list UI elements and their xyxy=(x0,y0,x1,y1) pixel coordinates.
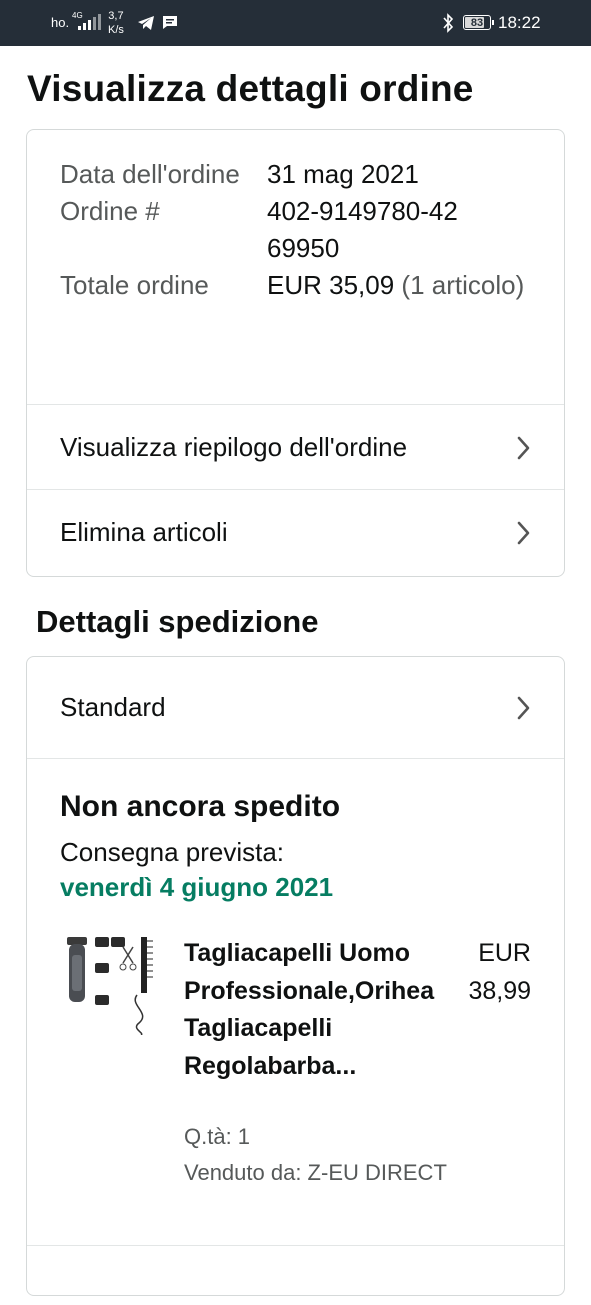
divider xyxy=(27,758,564,759)
product-item[interactable]: Tagliacapelli Uomo Professionale,Orihea … xyxy=(61,935,541,1195)
battery-level: 83 xyxy=(470,16,484,29)
order-info: Data dell'ordine 31 mag 2021 Ordine # 40… xyxy=(60,156,540,304)
shipment-status: Non ancora spedito xyxy=(60,790,341,823)
delete-items-label: Elimina articoli xyxy=(60,517,228,547)
order-number-label: Ordine # xyxy=(60,196,160,226)
order-date-row: Data dell'ordine 31 mag 2021 xyxy=(60,156,540,193)
order-number-value: 402-9149780-4269950 xyxy=(267,196,458,263)
product-price: EUR 38,99 xyxy=(431,935,531,1010)
next-row-link[interactable] xyxy=(27,1245,564,1305)
price-currency: EUR xyxy=(478,939,531,967)
hair-clipper-image[interactable] xyxy=(61,935,161,1035)
clock: 18:22 xyxy=(498,13,541,32)
delete-items-link[interactable]: Elimina articoli xyxy=(27,489,564,575)
order-total-amount: EUR 35,09 xyxy=(267,270,395,300)
battery-icon: 83 xyxy=(463,15,494,30)
order-date-value: 31 mag 2021 xyxy=(267,159,419,189)
shipping-method-label: Standard xyxy=(60,692,166,722)
order-total-label: Totale ordine xyxy=(60,270,209,300)
message-icon xyxy=(163,16,177,29)
price-value: 38,99 xyxy=(468,976,531,1005)
order-total-value: EUR 35,09 (1 articolo) xyxy=(267,267,540,304)
view-order-summary-label: Visualizza riepilogo dell'ordine xyxy=(60,432,408,462)
shipping-section-title: Dettagli spedizione xyxy=(36,604,319,639)
chevron-right-icon xyxy=(517,436,530,460)
order-total-row: Totale ordine EUR 35,09 (1 articolo) xyxy=(60,267,540,304)
status-bar: ho. 4G 3,7 K/s 83 18:22 xyxy=(0,0,591,46)
network-speed: 3,7 K/s xyxy=(108,9,124,37)
page-title: Visualizza dettagli ordine xyxy=(27,68,474,109)
product-title[interactable]: Tagliacapelli Uomo Professionale,Orihea … xyxy=(184,935,456,1085)
product-seller: Venduto da: Z-EU DIRECT xyxy=(184,1160,447,1185)
carrier-label: ho. xyxy=(51,15,70,30)
bluetooth-icon xyxy=(443,13,454,33)
product-quantity: Q.tà: 1 xyxy=(184,1124,251,1149)
order-number-row: Ordine # 402-9149780-4269950 xyxy=(60,193,540,267)
chevron-right-icon xyxy=(517,696,530,720)
shipping-method-link[interactable]: Standard xyxy=(27,657,564,758)
shipping-card: Standard Non ancora spedito Consegna pre… xyxy=(26,656,565,1296)
chevron-right-icon xyxy=(517,521,530,545)
view-order-summary-link[interactable]: Visualizza riepilogo dell'ordine xyxy=(27,404,564,490)
expected-delivery-date: venerdì 4 giugno 2021 xyxy=(60,872,334,902)
network-type: 4G xyxy=(72,11,83,20)
order-total-items: (1 articolo) xyxy=(401,270,525,300)
speed-unit: K/s xyxy=(108,24,124,36)
shipment-info: Non ancora spedito Consegna prevista: ve… xyxy=(60,788,540,904)
order-card: Data dell'ordine 31 mag 2021 Ordine # 40… xyxy=(26,129,565,577)
speed-value: 3,7 xyxy=(108,10,124,22)
expected-delivery-label: Consegna prevista: xyxy=(60,837,285,867)
order-date-label: Data dell'ordine xyxy=(60,159,240,189)
telegram-icon xyxy=(138,16,154,30)
